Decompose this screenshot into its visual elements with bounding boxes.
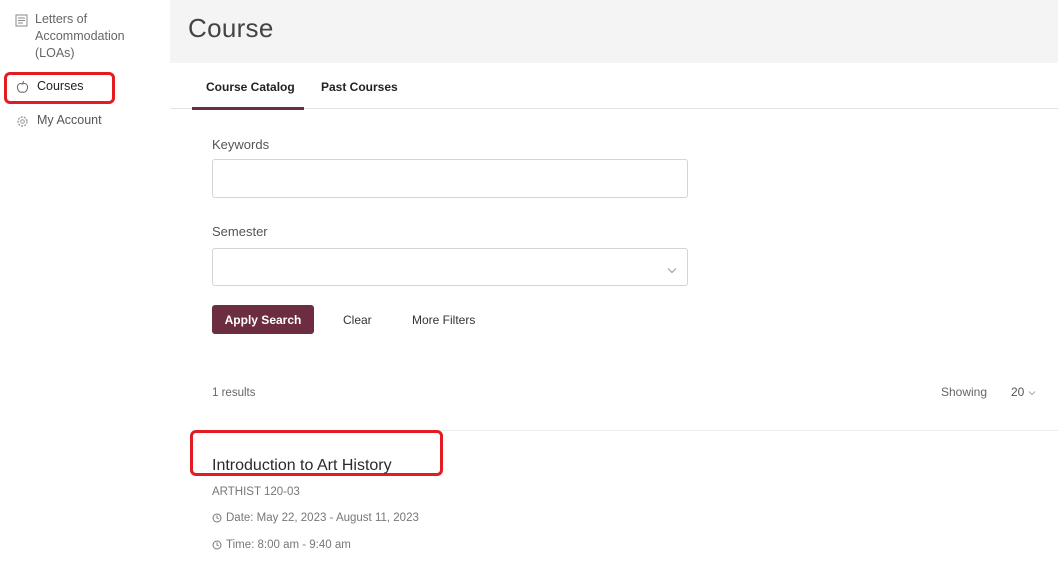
clock-icon [212, 540, 222, 550]
semester-select[interactable] [212, 248, 688, 286]
more-filters-button[interactable]: More Filters [412, 313, 475, 327]
page-size-select[interactable]: 20 [1011, 385, 1036, 399]
course-time-text: Time: 8:00 am - 9:40 am [226, 539, 351, 551]
results-count: 1 results [212, 387, 256, 399]
active-tab-indicator [192, 107, 304, 110]
keywords-label: Keywords [212, 137, 270, 152]
keywords-input[interactable] [212, 159, 688, 198]
sidebar-item-label: My Account [37, 113, 102, 127]
sidebar-item-my-account[interactable]: My Account [14, 112, 102, 129]
main-content: Course Course Catalog Past Courses Keywo… [170, 0, 1058, 567]
sidebar-item-loas[interactable]: Letters of Accommodation (LOAs) [15, 11, 145, 62]
course-date: Date: May 22, 2023 - August 11, 2023 [212, 512, 419, 524]
semester-label: Semester [212, 224, 268, 239]
chevron-down-icon [1028, 385, 1036, 399]
page-title: Course [188, 13, 274, 43]
sidebar-item-courses[interactable]: Courses [14, 78, 84, 95]
sidebar: Letters of Accommodation (LOAs) Courses … [0, 0, 150, 567]
course-date-text: Date: May 22, 2023 - August 11, 2023 [226, 512, 419, 524]
tab-past-courses[interactable]: Past Courses [321, 80, 398, 94]
clear-button[interactable]: Clear [343, 313, 372, 327]
apple-icon [14, 79, 30, 95]
course-time: Time: 8:00 am - 9:40 am [212, 539, 351, 551]
showing-label: Showing [941, 385, 988, 399]
tab-course-catalog[interactable]: Course Catalog [206, 80, 295, 94]
results-divider [192, 430, 1058, 431]
apply-search-button[interactable]: Apply Search [212, 305, 314, 334]
sidebar-item-label: Courses [37, 79, 84, 93]
document-icon [15, 12, 28, 28]
chevron-down-icon [667, 261, 677, 279]
gear-icon [14, 113, 30, 129]
page-size-value: 20 [1011, 385, 1025, 399]
clock-icon [212, 513, 222, 523]
sidebar-item-label: Letters of Accommodation (LOAs) [35, 12, 125, 60]
course-panel: Course Catalog Past Courses Keywords Sem… [170, 63, 1058, 567]
tab-bar: Course Catalog Past Courses [170, 63, 1058, 110]
course-code: ARTHIST 120-03 [212, 486, 300, 498]
course-title-link[interactable]: Introduction to Art History [212, 457, 392, 475]
